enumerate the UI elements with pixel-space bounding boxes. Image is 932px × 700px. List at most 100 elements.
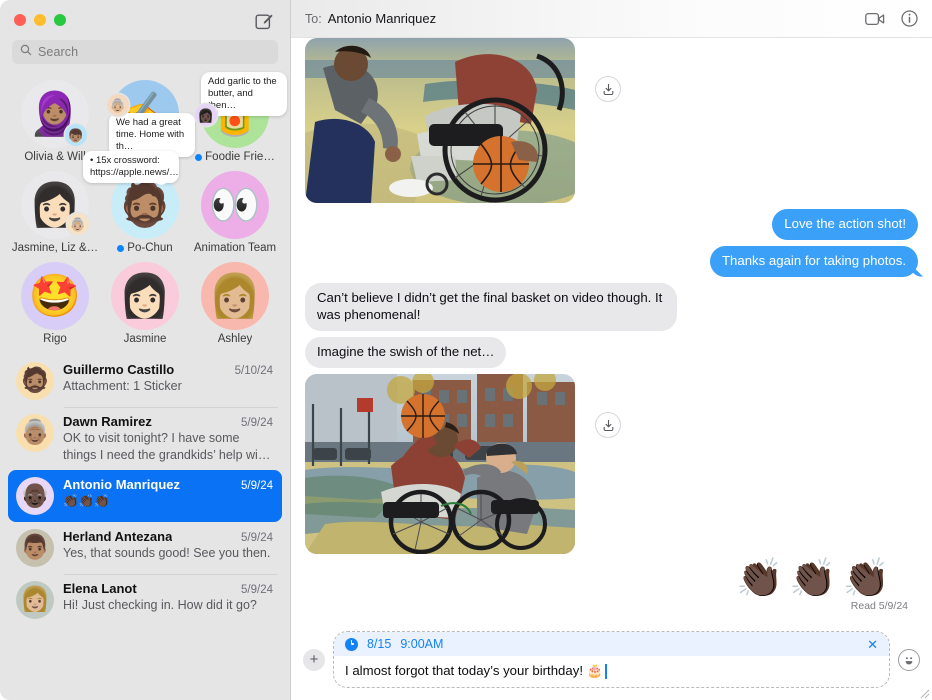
conversation-name: Antonio Manriquez — [63, 477, 180, 493]
conversation-date: 5/9/24 — [241, 532, 273, 545]
pinned-tile-label: Olivia & Will — [24, 151, 86, 163]
photo-message-row — [305, 38, 918, 203]
conversation-name: Elena Lanot — [63, 581, 137, 597]
recipient-name[interactable]: Antonio Manriquez — [328, 11, 436, 26]
tapback-reactions: 👏🏿 👏🏿 👏🏿 — [305, 560, 918, 598]
clapping-hands-emoji: 👏🏿 — [736, 558, 784, 601]
avatar: 👨🏽 — [16, 529, 54, 568]
conversation-date: 5/10/24 — [234, 365, 273, 377]
tile-message-preview: • 15x crossword: https://apple.news/… — [83, 151, 179, 183]
traffic-light-buttons[interactable] — [14, 14, 66, 26]
conversation-header: To: Antonio Manriquez — [291, 0, 932, 38]
avatar: 🧔🏽 • 15x crossword: https://apple.news/… — [83, 151, 179, 239]
message-thread[interactable]: Love the action shot! Thanks again for ta… — [291, 38, 932, 623]
avatar: 👩🏻 👵🏼 — [21, 171, 89, 239]
avatar: 🥫👩🏿Add garlic to the butter, and then… — [195, 72, 287, 148]
conversation-preview: Attachment: 1 Sticker — [63, 379, 182, 393]
photo-message-row — [305, 374, 918, 555]
clapping-hands-emoji: 👏🏿 — [789, 558, 837, 601]
pinned-conversation-tile[interactable]: 👩🏼 Ashley — [190, 262, 280, 345]
pinned-tile-label: Jasmine — [123, 333, 167, 345]
photo-attachment[interactable] — [305, 374, 575, 555]
avatar: 👵🏽 — [16, 414, 54, 452]
avatar: 🧔🏽 — [16, 362, 54, 400]
search-icon — [20, 43, 32, 61]
search-placeholder: Search — [38, 45, 79, 59]
avatar: 👀 — [201, 171, 269, 239]
conversation-list-item[interactable]: 🧔🏽 Guillermo Castillo 5/10/24 Attachment: 1… — [8, 355, 282, 407]
pinned-conversation-tile[interactable]: 🧕🏽 👦🏽 Olivia & Will — [10, 80, 100, 163]
message-row: Love the action shot! — [305, 209, 918, 240]
smart-suggestion-row[interactable]: 8/15 9:00AM ✕ — [334, 632, 889, 656]
compose-icon[interactable] — [254, 11, 274, 31]
info-circle-icon[interactable] — [901, 10, 918, 27]
incoming-message-bubble[interactable]: Can’t believe I didn’t get the final bas… — [305, 282, 677, 332]
avatar: 👴🏿 — [16, 477, 54, 516]
avatar-secondary: 👵🏼 — [107, 94, 129, 116]
avatar-secondary: 👩🏿 — [195, 104, 217, 126]
outgoing-message-bubble[interactable]: Love the action shot! — [772, 209, 918, 240]
pinned-conversation-tile[interactable]: 🥫👩🏿Add garlic to the butter, and then… Fo… — [190, 72, 287, 163]
conversation-list: 🧔🏽 Guillermo Castillo 5/10/24 Attachment: 1… — [0, 353, 290, 700]
minimize-window-button[interactable] — [34, 14, 46, 26]
message-input[interactable]: I almost forgot that today’s your birthd… — [334, 656, 889, 687]
conversation-list-item[interactable]: 👨🏽 Herland Antezana 5/9/24 Yes, that sounds… — [8, 522, 282, 574]
pinned-conversation-tile[interactable]: 👀 Animation Team — [190, 171, 280, 254]
conversation-name: Herland Antezana — [63, 529, 173, 545]
message-input-box[interactable]: 8/15 9:00AM ✕ I almost forgot that today… — [333, 631, 890, 688]
incoming-message-bubble[interactable]: Imagine the swish of the net… — [305, 337, 507, 369]
message-row: Thanks again for taking photos. — [305, 245, 918, 277]
conversation-list-item[interactable]: 👩🏼 Elena Lanot 5/9/24 Hi! Just checking in.… — [8, 574, 282, 626]
avatar-secondary: 👵🏼 — [67, 213, 89, 235]
window-titlebar — [0, 0, 290, 40]
close-x-icon[interactable]: ✕ — [866, 638, 879, 651]
avatar: 👩🏻 — [111, 262, 179, 330]
sidebar: Search 🧕🏽👦🏽 Olivia & Will ✍️👵🏼We had a gre… — [0, 0, 291, 700]
window-resize-grip[interactable] — [918, 686, 930, 699]
zoom-window-button[interactable] — [54, 14, 66, 26]
text-caret — [605, 663, 607, 679]
conversation-name: Dawn Ramirez — [63, 414, 152, 429]
video-camera-icon[interactable] — [865, 12, 885, 26]
conversation-name: Guillermo Castillo — [63, 362, 175, 377]
conversation-pane: To: Antonio Manriquez Love the action sh… — [291, 0, 932, 700]
search-input[interactable]: Search — [12, 40, 278, 64]
pinned-conversation-tile[interactable]: 🤩 Rigo — [10, 262, 100, 345]
photo-attachment[interactable] — [305, 38, 575, 203]
avatar: 🧕🏽 👦🏽 — [21, 80, 89, 148]
pinned-conversation-tile[interactable]: 🧔🏽 • 15x crossword: https://apple.news/… P… — [83, 151, 190, 254]
close-window-button[interactable] — [14, 14, 26, 26]
conversation-preview: Yes, that sounds good! See you then. — [63, 546, 271, 561]
read-receipt: Read 5/9/24 — [850, 600, 908, 613]
clock-icon — [345, 637, 358, 651]
smiley-face-icon[interactable] — [898, 648, 920, 671]
pinned-tile-label: Foodie Frie… — [195, 151, 275, 163]
conversation-list-item[interactable]: 👴🏿 Antonio Manriquez 5/9/24 👏🏿👏🏿👏🏿 — [8, 470, 282, 523]
pinned-tile-label: Rigo — [43, 333, 67, 345]
share-download-icon[interactable] — [595, 76, 621, 102]
message-row: Imagine the swish of the net… — [305, 337, 918, 369]
share-download-icon[interactable] — [595, 412, 621, 439]
pinned-tile-label: Jasmine, Liz &… — [11, 242, 99, 254]
conversation-preview: 👏🏿👏🏿👏🏿 — [63, 494, 110, 509]
composer: + 8/15 9:00AM ✕ I almost forgot that tod… — [291, 623, 932, 700]
search-container: Search — [0, 40, 290, 74]
pinned-tile-label: Po-Chun — [117, 242, 173, 254]
avatar: ✍️👵🏼We had a great time. Home with th… — [107, 80, 195, 157]
outgoing-message-bubble[interactable]: Thanks again for taking photos. — [709, 245, 918, 277]
pinned-conversation-tile[interactable]: 👩🏻 👵🏼 Jasmine, Liz &… — [10, 171, 100, 254]
avatar: 🤩 — [21, 262, 89, 330]
conversation-preview: Hi! Just checking in. How did it go? — [63, 598, 257, 613]
pinned-conversations: 🧕🏽👦🏽 Olivia & Will ✍️👵🏼We had a great time… — [0, 72, 290, 353]
conversation-date: 5/9/24 — [241, 417, 273, 429]
conversation-date: 5/9/24 — [241, 480, 273, 493]
conversation-date: 5/9/24 — [241, 584, 273, 597]
pinned-conversation-tile[interactable]: 👩🏻 Jasmine — [100, 262, 190, 345]
to-label: To: — [305, 11, 322, 26]
plus-icon[interactable]: + — [303, 648, 325, 671]
conversation-list-item[interactable]: 👵🏽 Dawn Ramirez 5/9/24 OK to visit tonight?… — [8, 407, 282, 470]
messages-window: Search 🧕🏽👦🏽 Olivia & Will ✍️👵🏼We had a gre… — [0, 0, 932, 700]
conversation-preview: OK to visit tonight? I have some things … — [63, 431, 272, 462]
message-row: Can’t believe I didn’t get the final bas… — [305, 282, 918, 332]
avatar: 👩🏼 — [201, 262, 269, 330]
